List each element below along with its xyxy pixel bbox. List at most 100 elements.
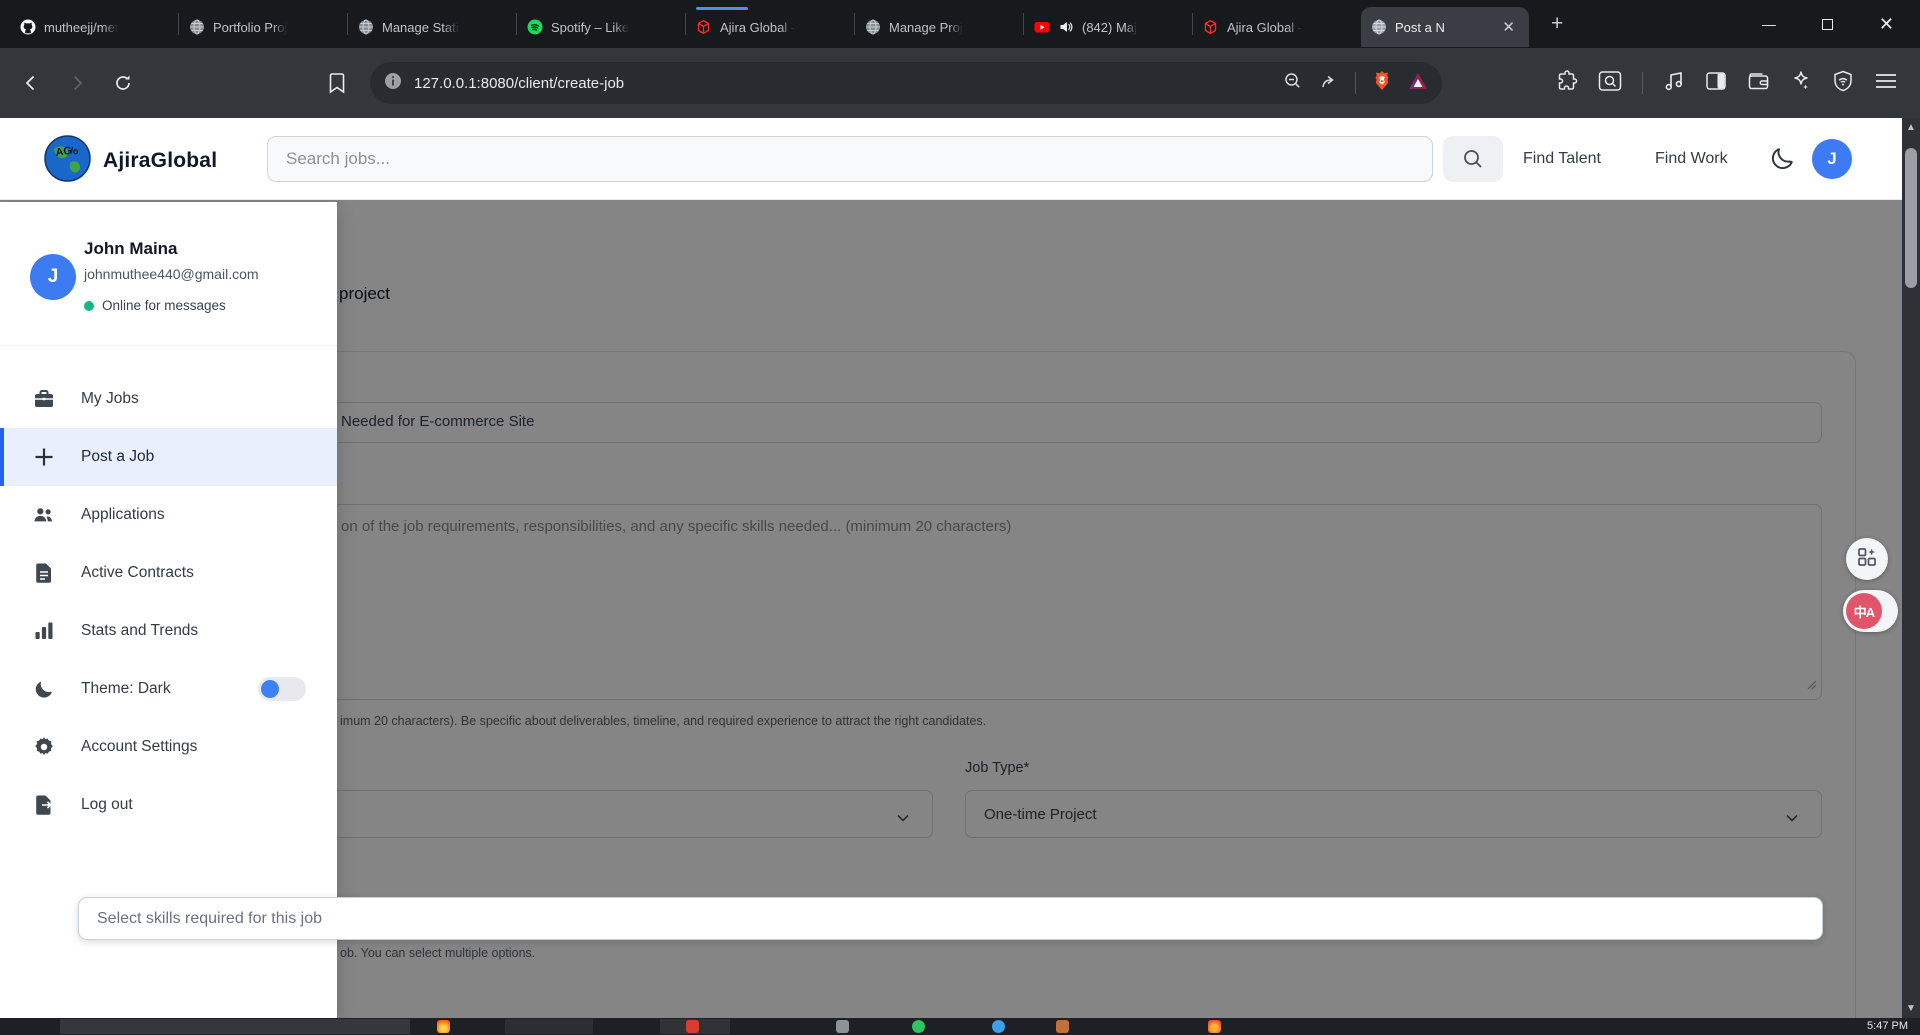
job-search-placeholder: Search jobs... xyxy=(286,149,390,169)
address-bar-actions xyxy=(1283,70,1428,97)
tab-github[interactable]: mutheejj/met xyxy=(10,7,178,47)
tab-audio-icon[interactable] xyxy=(1058,19,1074,35)
playlist-music-icon[interactable] xyxy=(1663,70,1685,97)
github-icon xyxy=(20,19,36,35)
translate-fab[interactable]: 中A xyxy=(1843,590,1898,632)
window-minimize-icon[interactable]: — xyxy=(1762,16,1776,32)
window-close-icon[interactable]: ✕ xyxy=(1879,14,1894,35)
tab-ajira-global-2[interactable]: Ajira Global - xyxy=(1193,7,1361,47)
bookmark-icon[interactable] xyxy=(320,66,354,100)
vpn-shield-icon[interactable] xyxy=(1832,70,1854,97)
divider xyxy=(0,345,337,346)
menu-label: Theme: Dark xyxy=(81,680,171,698)
taskbar-firefox-icon[interactable] xyxy=(437,1020,450,1033)
nav-find-work[interactable]: Find Work xyxy=(1655,118,1728,200)
extension-fab[interactable] xyxy=(1846,538,1888,580)
divider xyxy=(1642,72,1643,94)
menu-label: Log out xyxy=(81,796,133,814)
back-icon[interactable] xyxy=(14,66,48,100)
document-icon xyxy=(33,562,55,584)
menu-label: Account Settings xyxy=(81,738,197,756)
brand-name[interactable]: AjiraGlobal xyxy=(103,149,217,173)
zoom-out-icon[interactable] xyxy=(1283,71,1303,96)
divider xyxy=(1355,72,1356,94)
tab-portfolio[interactable]: Portfolio Proj xyxy=(179,7,347,47)
tab-label: mutheejj/met xyxy=(44,20,118,35)
taskbar-app-icon-flame[interactable] xyxy=(1208,1020,1221,1033)
taskbar: 5:47 PM xyxy=(0,1018,1920,1035)
sidebar-panel-icon[interactable] xyxy=(1705,70,1727,97)
scroll-down-icon[interactable]: ▼ xyxy=(1902,1003,1920,1014)
globe-icon xyxy=(189,19,205,35)
leo-ai-sparkle-icon[interactable] xyxy=(1790,70,1812,97)
url-text[interactable]: 127.0.0.1:8080/client/create-job xyxy=(414,75,1283,92)
tab-label: Portfolio Proj xyxy=(213,20,287,35)
menu-item-active-contracts[interactable]: Active Contracts xyxy=(0,544,337,602)
avatar: J xyxy=(30,254,76,300)
taskbar-app-icon-red[interactable] xyxy=(686,1020,699,1033)
address-bar[interactable]: 127.0.0.1:8080/client/create-job xyxy=(370,62,1442,104)
taskbar-app-icon-blue[interactable] xyxy=(992,1020,1005,1033)
site-info-icon[interactable] xyxy=(384,72,402,95)
share-icon[interactable] xyxy=(1319,71,1339,96)
taskbar-window-button[interactable] xyxy=(60,1019,410,1034)
menu-item-applications[interactable]: Applications xyxy=(0,486,337,544)
tab-youtube[interactable]: (842) Maj xyxy=(1024,7,1192,47)
new-tab-button[interactable]: + xyxy=(1551,12,1563,36)
brave-shields-icon[interactable] xyxy=(1372,70,1392,97)
menu-item-post-a-job[interactable]: Post a Job xyxy=(0,428,337,486)
tab-close-icon[interactable]: ✕ xyxy=(1498,18,1519,37)
logout-icon xyxy=(33,794,55,816)
app-header: AGlo AjiraGlobal Search jobs... Find Tal… xyxy=(0,118,1902,200)
tab-label: Manage Proj xyxy=(889,20,963,35)
reload-icon[interactable] xyxy=(106,66,140,100)
menu-item-my-jobs[interactable]: My Jobs xyxy=(0,370,337,428)
tab-loading-indicator xyxy=(696,7,748,10)
tab-label: Spotify – Like xyxy=(551,20,629,35)
tab-post-a-new-job[interactable]: Post a N ✕ xyxy=(1361,7,1529,47)
user-email: johnmuthee440@gmail.com xyxy=(84,266,259,282)
globe-icon xyxy=(358,19,374,35)
tab-spotify[interactable]: Spotify – Like xyxy=(517,7,685,47)
menu-item-account-settings[interactable]: Account Settings xyxy=(0,718,337,776)
theme-moon-icon[interactable] xyxy=(1768,144,1796,177)
tab-manage-stati[interactable]: Manage Stati xyxy=(348,7,516,47)
taskbar-window-button[interactable] xyxy=(505,1019,593,1034)
menu-label: My Jobs xyxy=(81,390,139,408)
online-dot-icon xyxy=(84,301,94,311)
taskbar-app-icon-green[interactable] xyxy=(912,1020,925,1033)
plus-icon xyxy=(33,446,55,468)
search-page-icon[interactable] xyxy=(1598,70,1622,97)
tab-ajira-global-1[interactable]: Ajira Global - xyxy=(686,7,854,47)
brand[interactable]: AGlo AjiraGlobal xyxy=(44,135,217,187)
taskbar-app-icon-orange[interactable] xyxy=(1056,1020,1069,1033)
menu-hamburger-icon[interactable] xyxy=(1874,70,1898,97)
browser-tab-strip: mutheejj/met Portfolio Proj Manage Stati… xyxy=(0,0,1920,48)
menu-item-theme-dark[interactable]: Theme: Dark xyxy=(0,660,337,718)
nav-find-talent[interactable]: Find Talent xyxy=(1523,118,1601,200)
job-search-button[interactable] xyxy=(1443,136,1503,182)
window-maximize-icon[interactable] xyxy=(1822,19,1833,30)
skills-select-input[interactable]: Select skills required for this job xyxy=(78,897,1823,940)
screen: mutheejj/met Portfolio Proj Manage Stati… xyxy=(0,0,1920,1035)
extensions-puzzle-icon[interactable] xyxy=(1556,70,1578,97)
wallet-icon[interactable] xyxy=(1747,70,1770,97)
translate-icon: 中A xyxy=(1846,593,1882,629)
scroll-up-icon[interactable]: ▲ xyxy=(1902,122,1920,133)
user-avatar[interactable]: J xyxy=(1812,139,1852,179)
brave-rewards-bat-icon[interactable] xyxy=(1408,72,1428,95)
toolbar-right-icons xyxy=(1556,62,1898,104)
theme-toggle[interactable] xyxy=(258,677,306,701)
globe-icon xyxy=(1371,19,1387,35)
tab-label: (842) Maj xyxy=(1082,20,1137,35)
tab-label: Ajira Global - xyxy=(1227,20,1302,35)
scrollbar-thumb[interactable] xyxy=(1905,148,1917,288)
tab-manage-proj[interactable]: Manage Proj xyxy=(855,7,1023,47)
job-search-input[interactable]: Search jobs... xyxy=(267,136,1433,182)
taskbar-app-icon-gray[interactable] xyxy=(836,1020,849,1033)
menu-item-log-out[interactable]: Log out xyxy=(0,776,337,834)
forward-icon[interactable] xyxy=(60,66,94,100)
globe-icon xyxy=(865,19,881,35)
menu-item-stats-and-trends[interactable]: Stats and Trends xyxy=(0,602,337,660)
page-scrollbar[interactable]: ▲ ▼ xyxy=(1902,118,1920,1018)
